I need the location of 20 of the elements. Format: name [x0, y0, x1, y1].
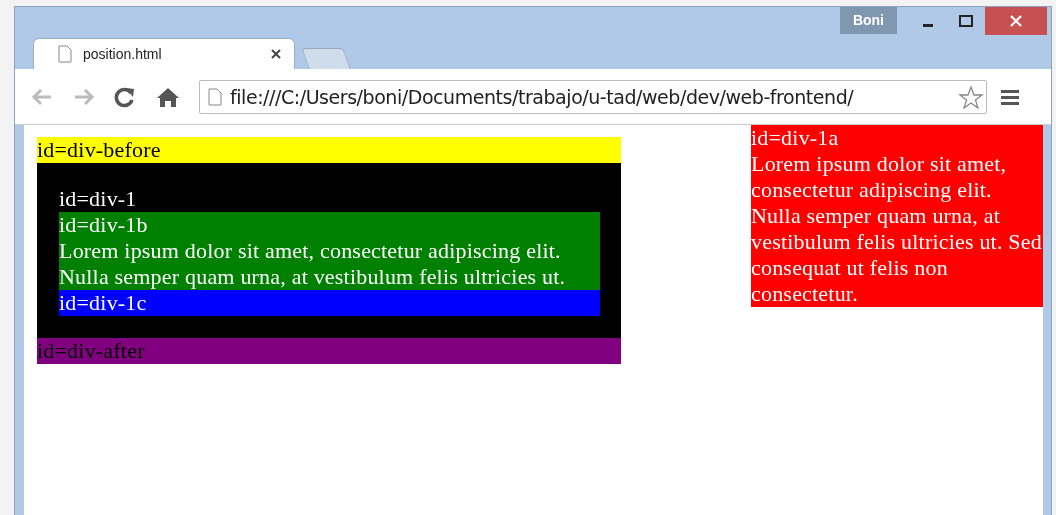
block-label: id=div-1a [751, 125, 840, 151]
close-tab-icon[interactable] [270, 48, 282, 60]
block-label: id=div-1 [59, 186, 138, 212]
close-icon [1010, 15, 1022, 27]
close-button[interactable] [985, 7, 1047, 35]
page-icon [58, 45, 72, 63]
page-icon [208, 87, 222, 106]
maximize-icon [959, 15, 973, 27]
home-icon[interactable] [155, 85, 181, 108]
block-label: id=div-1b [59, 212, 149, 238]
block-text: Lorem ipsum dolor sit amet, consectetur adipiscing elit. Nulla semper quam urna, at vestibulum felis ultricies ut. [59, 238, 567, 290]
div-block: id=div-before [37, 137, 621, 163]
minimize-icon [923, 23, 933, 27]
browser-tab[interactable]: position.html [33, 38, 295, 69]
star-icon[interactable] [958, 84, 984, 109]
block-label: id=div-1c [59, 290, 148, 316]
address-bar[interactable]: file:///C:/Users/boni/Documents/trabajo/u-tad/web/dev/web-frontend/ [199, 79, 987, 114]
block-text: Lorem ipsum dolor sit amet, consectetur adipiscing elit. Nulla semper quam urna, at vestibulum felis ultricies ut. Sed consequat ut felis non consectetur. [751, 151, 1043, 307]
div-block: id=div-after [37, 338, 621, 364]
user-badge: Boni [839, 7, 897, 34]
